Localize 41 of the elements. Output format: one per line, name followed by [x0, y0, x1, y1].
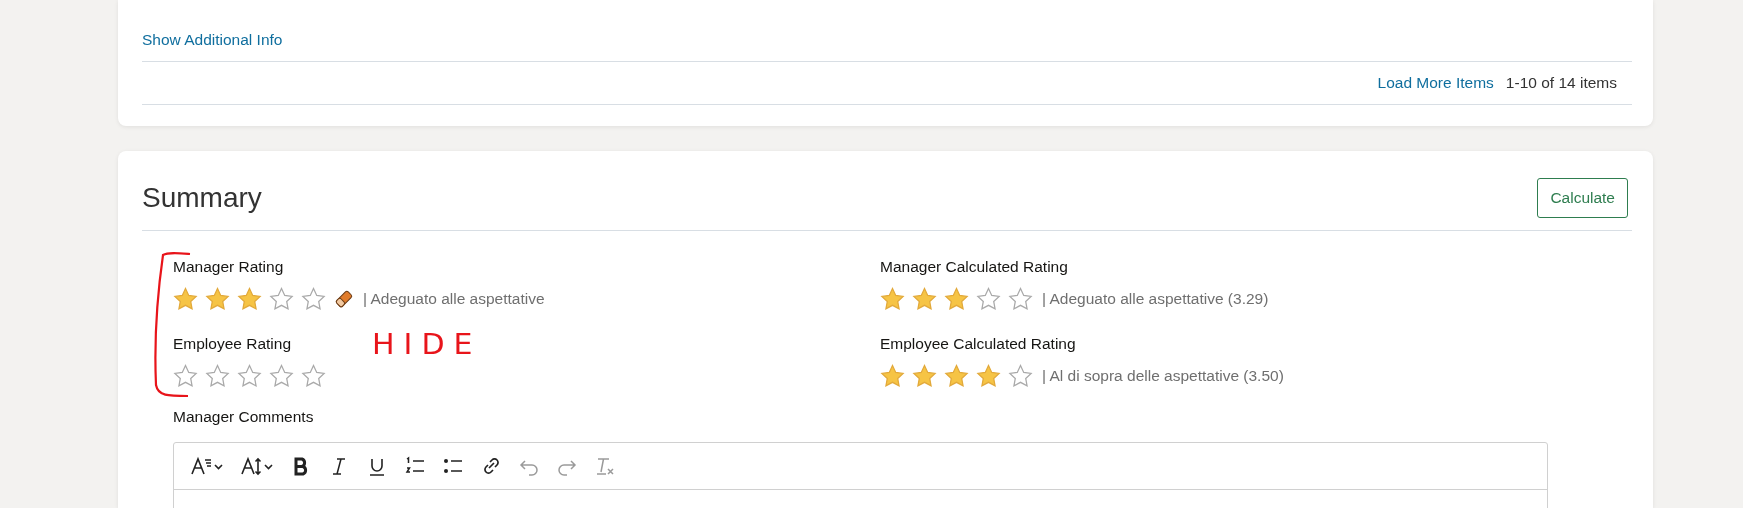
field-label: Employee Rating	[173, 334, 292, 354]
star-rating[interactable]	[880, 363, 1033, 389]
rating-value: | Adeguato alle aspettative (3.29)	[1042, 290, 1269, 308]
annotation-text: HIDE	[372, 327, 482, 362]
section-title: Summary	[142, 182, 262, 214]
empty-star-icon	[976, 286, 1001, 312]
field-label: Employee Calculated Rating	[880, 334, 1076, 354]
empty-star-icon	[301, 363, 326, 389]
filled-star-icon	[912, 363, 937, 389]
star-rating[interactable]	[173, 286, 326, 312]
font-style-icon	[190, 455, 224, 477]
show-info-link[interactable]: Show Additional Info	[142, 31, 283, 48]
filled-star-icon	[912, 286, 937, 312]
font-size-icon	[240, 455, 274, 477]
empty-star-icon	[269, 286, 294, 312]
rating-value: | Al di sopra delle aspettative (3.50)	[1042, 367, 1284, 385]
load-more-link[interactable]: Load More Items	[1377, 74, 1494, 92]
filled-star-icon	[944, 286, 969, 312]
filled-star-icon	[880, 286, 905, 312]
empty-star-icon	[1008, 286, 1033, 312]
filled-star-icon	[880, 363, 905, 389]
rating-value: | Adeguato alle aspettative	[363, 290, 545, 308]
filled-star-icon	[205, 286, 230, 312]
field-label: Manager Comments	[172, 407, 315, 427]
item-count: 1-10 of 14 items	[1505, 74, 1617, 92]
filled-star-icon	[237, 286, 262, 312]
field-label: Manager Calculated Rating	[880, 257, 1068, 277]
empty-star-icon	[269, 363, 294, 389]
calculate-button[interactable]: Calculate	[1537, 178, 1628, 218]
field-label: Manager Rating	[173, 257, 284, 277]
empty-star-icon	[1008, 363, 1033, 389]
star-rating[interactable]	[173, 363, 326, 389]
empty-star-icon	[301, 286, 326, 312]
empty-star-icon	[173, 363, 198, 389]
clear-format-icon	[594, 455, 616, 477]
filled-star-icon	[944, 363, 969, 389]
star-rating[interactable]	[880, 286, 1033, 312]
empty-star-icon	[205, 363, 230, 389]
filled-star-icon	[173, 286, 198, 312]
filled-star-icon	[976, 363, 1001, 389]
empty-star-icon	[237, 363, 262, 389]
